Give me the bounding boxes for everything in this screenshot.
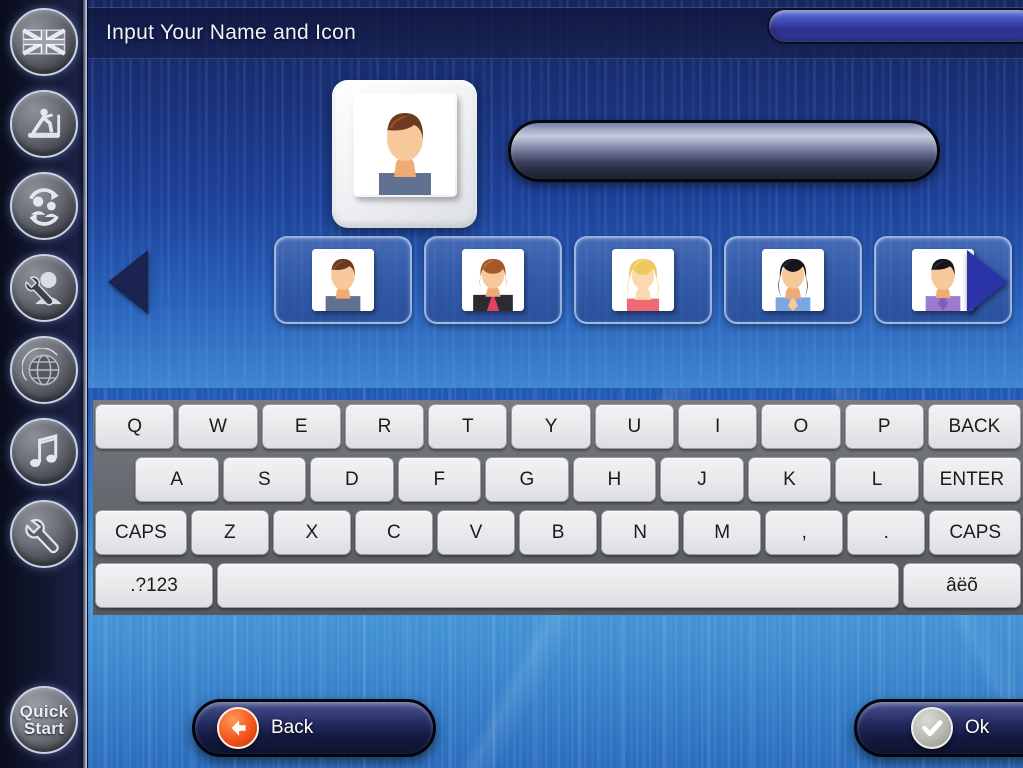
key-g[interactable]: G: [485, 457, 569, 502]
keyboard-row-4: .?123 âëõ: [93, 559, 1023, 612]
check-circle-icon: [911, 707, 953, 749]
sidebar-item-music[interactable]: [10, 418, 78, 486]
key-b[interactable]: B: [519, 510, 598, 555]
sidebar: Quick Start: [0, 0, 88, 768]
carousel-prev-arrow-icon[interactable]: [108, 250, 148, 314]
key-backspace[interactable]: BACK: [927, 404, 1021, 449]
key-space[interactable]: [217, 563, 899, 608]
treadmill-runner-icon: [22, 102, 66, 146]
main-panel: Input Your Name and Icon Q W E R T Y U I…: [88, 0, 1023, 768]
user-wrench-icon: [22, 266, 66, 310]
back-button-label: Back: [271, 717, 314, 738]
key-r[interactable]: R: [344, 404, 425, 449]
quick-start-line2: Start: [23, 719, 65, 738]
key-l[interactable]: L: [835, 457, 919, 502]
sidebar-item-user-exchange[interactable]: [10, 172, 78, 240]
union-jack-flag-icon: [22, 20, 66, 64]
key-o[interactable]: O: [761, 404, 841, 449]
avatar-option-1[interactable]: [274, 236, 412, 324]
ok-button-label: Ok: [965, 717, 990, 738]
key-n[interactable]: N: [601, 510, 680, 555]
avatar-option-2[interactable]: [424, 236, 562, 324]
key-m[interactable]: M: [683, 510, 762, 555]
keyboard-row-1: Q W E R T Y U I O P BACK: [93, 400, 1023, 453]
page-title: Input Your Name and Icon: [106, 21, 357, 44]
keyboard-row-2: A S D F G H J K L ENTER: [93, 453, 1023, 506]
sidebar-item-globe[interactable]: [10, 336, 78, 404]
avatar-option-3[interactable]: [574, 236, 712, 324]
ok-button[interactable]: Ok: [854, 699, 1023, 757]
key-numeric-symbols[interactable]: .?123: [95, 563, 213, 608]
sidebar-item-treadmill[interactable]: [10, 90, 78, 158]
key-d[interactable]: D: [310, 457, 394, 502]
key-accents[interactable]: âëõ: [903, 563, 1021, 608]
avatar-male-brown-hair: [312, 249, 374, 311]
key-e[interactable]: E: [261, 404, 341, 449]
key-comma[interactable]: ,: [765, 510, 844, 555]
key-enter[interactable]: ENTER: [922, 457, 1021, 502]
key-p[interactable]: P: [844, 404, 924, 449]
key-a[interactable]: A: [135, 457, 219, 502]
sidebar-item-user-settings[interactable]: [10, 254, 78, 322]
key-z[interactable]: Z: [190, 510, 269, 555]
sidebar-item-language[interactable]: [10, 8, 78, 76]
carousel-next-arrow-icon[interactable]: [967, 250, 1007, 314]
avatar-male-brown-hair: [352, 93, 457, 197]
sidebar-item-quick-start[interactable]: Quick Start: [10, 686, 78, 754]
key-j[interactable]: J: [660, 457, 744, 502]
header-status-pill[interactable]: [767, 8, 1023, 44]
on-screen-keyboard: Q W E R T Y U I O P BACK A S D F G H J K: [93, 400, 1023, 615]
avatar-female-auburn: [462, 249, 524, 311]
sidebar-item-tools[interactable]: [10, 500, 78, 568]
key-w[interactable]: W: [178, 404, 258, 449]
avatar-female-blonde: [612, 249, 674, 311]
avatar-female-black-hair: [762, 249, 824, 311]
selected-avatar-preview[interactable]: [332, 80, 477, 228]
key-c[interactable]: C: [354, 510, 433, 555]
arrow-left-circle-icon: [217, 707, 259, 749]
globe-icon: [22, 348, 66, 392]
key-q[interactable]: Q: [95, 404, 175, 449]
avatar-carousel: [88, 236, 1023, 328]
wrench-icon: [22, 512, 66, 556]
key-caps-left[interactable]: CAPS: [95, 510, 187, 555]
key-t[interactable]: T: [428, 404, 508, 449]
avatar-option-4[interactable]: [724, 236, 862, 324]
app-root: Quick Start Input Your Name and Icon Q W…: [0, 0, 1023, 768]
users-sync-icon: [22, 184, 66, 228]
back-button[interactable]: Back: [192, 699, 436, 757]
quick-start-line1: Quick: [19, 701, 69, 721]
key-u[interactable]: U: [594, 404, 674, 449]
keyboard-row-3: CAPS Z X C V B N M , . CAPS: [93, 506, 1023, 559]
key-k[interactable]: K: [747, 457, 832, 502]
key-y[interactable]: Y: [511, 404, 591, 449]
avatar-male-black-hair: [912, 249, 974, 311]
key-v[interactable]: V: [436, 510, 515, 555]
name-input[interactable]: [508, 120, 940, 182]
key-period[interactable]: .: [847, 510, 926, 555]
key-s[interactable]: S: [222, 457, 307, 502]
key-f[interactable]: F: [397, 457, 482, 502]
key-caps-right[interactable]: CAPS: [929, 510, 1022, 555]
key-x[interactable]: X: [272, 510, 351, 555]
music-note-icon: [22, 430, 66, 474]
key-h[interactable]: H: [572, 457, 657, 502]
key-i[interactable]: I: [677, 404, 758, 449]
